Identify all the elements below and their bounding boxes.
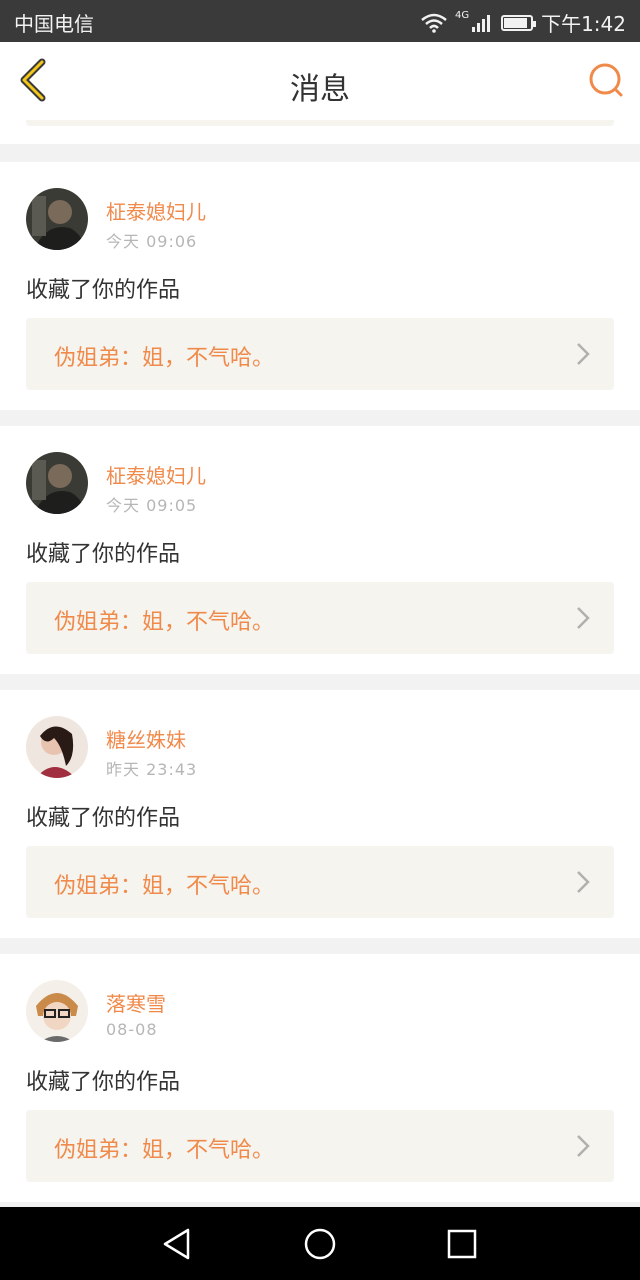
- system-nav-bar: [0, 1207, 640, 1280]
- list-item-partial: [0, 120, 640, 144]
- search-icon: [589, 63, 623, 97]
- timestamp: 今天 09:05: [106, 496, 198, 515]
- status-indicators: 4G 下午1:42: [421, 8, 626, 37]
- wifi-icon: [421, 13, 447, 33]
- nav-recents-button[interactable]: [445, 1227, 479, 1261]
- page-title: 消息: [290, 72, 350, 107]
- chevron-right-icon: [577, 607, 590, 629]
- action-text: 收藏了你的作品: [26, 542, 181, 567]
- avatar[interactable]: [26, 716, 88, 778]
- network-type: 4G: [454, 10, 470, 21]
- username[interactable]: 落寒雪: [106, 988, 166, 1017]
- quoted-work-title: 伪姐弟：姐，不气哈。: [54, 346, 275, 371]
- nav-back-button[interactable]: [160, 1227, 194, 1261]
- avatar[interactable]: [26, 452, 88, 514]
- chevron-right-icon: [577, 871, 590, 893]
- username[interactable]: 柾泰媳妇儿: [106, 196, 206, 225]
- carrier-label: 中国电信: [14, 12, 94, 36]
- chevron-right-icon: [577, 343, 590, 365]
- message-item[interactable]: 落寒雪 08-08 收藏了你的作品 伪姐弟：姐，不气哈。: [0, 954, 640, 1202]
- username[interactable]: 糖丝姝妹: [106, 724, 186, 753]
- avatar[interactable]: [26, 980, 88, 1042]
- status-bar: 中国电信 4G 下午1:42: [0, 0, 640, 42]
- timestamp: 昨天 23:43: [106, 760, 198, 779]
- message-item[interactable]: 糖丝姝妹 昨天 23:43 收藏了你的作品 伪姐弟：姐，不气哈。: [0, 690, 640, 938]
- signal-icon: [472, 14, 491, 32]
- action-text: 收藏了你的作品: [26, 1070, 181, 1095]
- timestamp: 08-08: [106, 1020, 158, 1039]
- status-time: 下午1:42: [541, 12, 626, 36]
- message-item[interactable]: 柾泰媳妇儿 今天 09:06 收藏了你的作品 伪姐弟：姐，不气哈。: [0, 162, 640, 410]
- action-text: 收藏了你的作品: [26, 806, 181, 831]
- quoted-work-link[interactable]: 伪姐弟：姐，不气哈。: [26, 1110, 614, 1182]
- timestamp: 今天 09:06: [106, 232, 198, 251]
- quoted-work-title: 伪姐弟：姐，不气哈。: [54, 874, 275, 899]
- action-text: 收藏了你的作品: [26, 278, 181, 303]
- message-item[interactable]: 柾泰媳妇儿 今天 09:05 收藏了你的作品 伪姐弟：姐，不气哈。: [0, 426, 640, 674]
- quoted-work-title: 伪姐弟：姐，不气哈。: [54, 610, 275, 635]
- battery-icon: [501, 14, 537, 31]
- nav-home-button[interactable]: [303, 1227, 337, 1261]
- quote-box-partial: [26, 120, 614, 126]
- battery-level: [504, 17, 528, 28]
- chevron-right-icon: [577, 1135, 590, 1157]
- quoted-work-link[interactable]: 伪姐弟：姐，不气哈。: [26, 582, 614, 654]
- quoted-work-link[interactable]: 伪姐弟：姐，不气哈。: [26, 846, 614, 918]
- quoted-work-title: 伪姐弟：姐，不气哈。: [54, 1138, 275, 1163]
- username[interactable]: 柾泰媳妇儿: [106, 460, 206, 489]
- quoted-work-link[interactable]: 伪姐弟：姐，不气哈。: [26, 318, 614, 390]
- app-header: 消息: [0, 42, 640, 121]
- avatar[interactable]: [26, 188, 88, 250]
- search-button[interactable]: [586, 60, 626, 100]
